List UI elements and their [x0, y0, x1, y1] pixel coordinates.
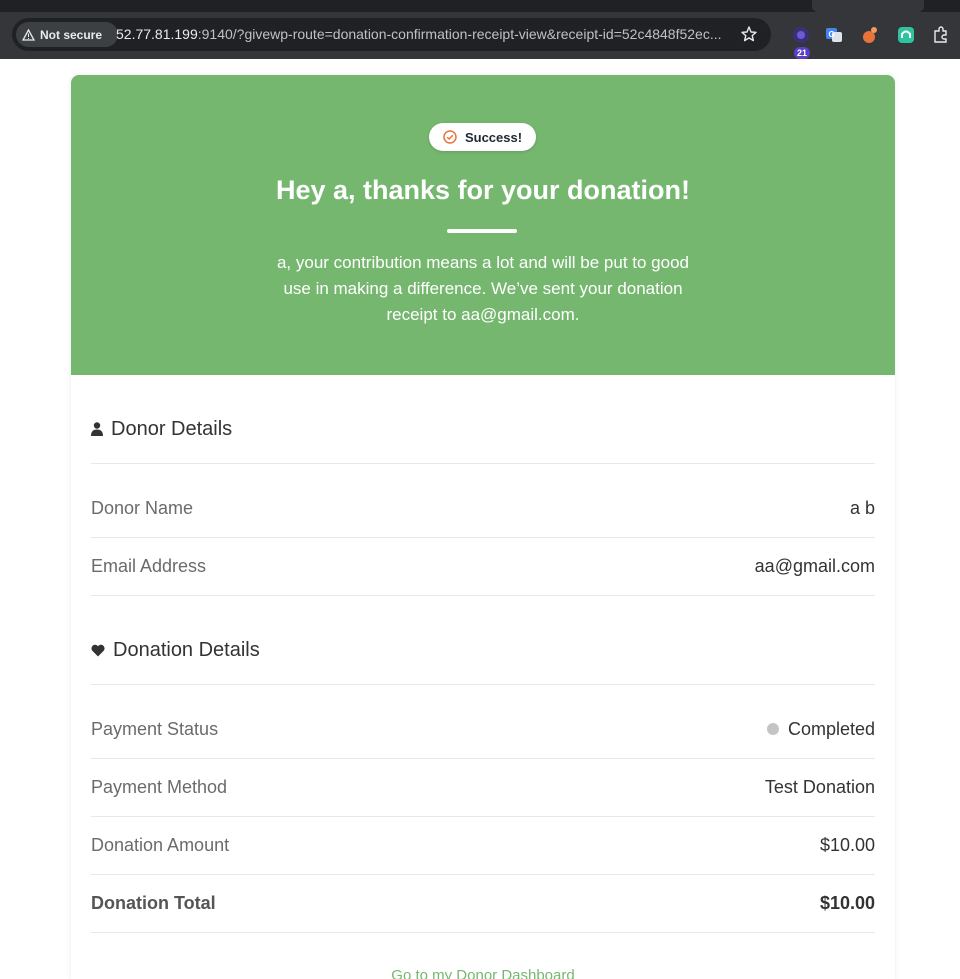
url-path: :9140/?givewp-route=donation-confirmatio…	[197, 26, 722, 42]
donation-details-heading: Donation Details	[91, 630, 875, 670]
row-label: Donation Total	[91, 892, 216, 913]
row-label: Donor Name	[91, 497, 194, 518]
user-icon	[91, 422, 103, 436]
success-label: Success!	[464, 129, 523, 145]
address-bar[interactable]: Not secure 52.77.81.199:9140/?givewp-rou…	[12, 18, 771, 51]
security-chip[interactable]: Not secure	[16, 22, 118, 47]
donor-details-heading: Donor Details	[91, 409, 875, 449]
row-value: aa@gmail.com	[754, 555, 875, 576]
extension-orange-icon[interactable]	[861, 26, 879, 44]
row-value: $10.00	[819, 834, 875, 855]
success-badge: Success!	[429, 123, 536, 151]
donor-name-row: Donor Name a b	[91, 479, 875, 537]
divider	[91, 932, 875, 933]
row-value: a b	[849, 497, 875, 518]
divider	[91, 595, 875, 596]
row-label: Payment Status	[91, 718, 219, 739]
donation-total-row: Donation Total $10.00	[91, 874, 875, 932]
payment-status-row: Payment Status Completed	[91, 700, 875, 758]
svg-text:G: G	[829, 30, 835, 39]
status-dot-icon	[766, 722, 779, 735]
divider	[91, 684, 875, 685]
extension-teal-icon[interactable]	[897, 26, 915, 44]
donation-amount-row: Donation Amount $10.00	[91, 816, 875, 874]
receipt-card: Success! Hey a, thanks for your donation…	[71, 75, 895, 979]
translate-extension-icon[interactable]: G	[825, 26, 843, 44]
success-header: Success! Hey a, thanks for your donation…	[71, 75, 895, 375]
extensions-puzzle-icon[interactable]	[932, 26, 950, 44]
check-circle-icon	[443, 130, 457, 144]
warning-icon	[22, 28, 35, 41]
divider	[91, 463, 875, 464]
row-label: Donation Amount	[91, 834, 230, 855]
url-text[interactable]: 52.77.81.199:9140/?givewp-route=donation…	[116, 26, 736, 42]
row-label: Email Address	[91, 555, 207, 576]
heart-icon	[91, 644, 105, 656]
row-value: $10.00	[819, 892, 875, 913]
donor-details-title: Donor Details	[111, 417, 233, 440]
donation-details-title: Donation Details	[113, 638, 260, 661]
browser-tab-strip	[0, 0, 960, 12]
bookmark-star-icon[interactable]	[740, 25, 758, 43]
extension-badge: 21	[794, 47, 811, 59]
title-divider	[447, 229, 517, 233]
security-label: Not secure	[40, 27, 103, 42]
browser-tab[interactable]	[812, 0, 924, 12]
url-host: 52.77.81.199	[116, 26, 198, 42]
row-value: Test Donation	[764, 776, 875, 797]
payment-method-row: Payment Method Test Donation	[91, 758, 875, 816]
row-label: Payment Method	[91, 776, 228, 797]
page-title: Hey a, thanks for your donation!	[275, 175, 691, 205]
donor-dashboard-link[interactable]: Go to my Donor Dashboard	[71, 967, 895, 979]
email-address-row: Email Address aa@gmail.com	[91, 537, 875, 595]
extension-purple-icon[interactable]	[792, 26, 810, 44]
browser-toolbar: Not secure 52.77.81.199:9140/?givewp-rou…	[0, 12, 960, 59]
row-value: Completed	[766, 718, 875, 740]
thank-you-message: a, your contribution means a lot and wil…	[276, 253, 690, 324]
payment-status-value: Completed	[787, 718, 875, 739]
